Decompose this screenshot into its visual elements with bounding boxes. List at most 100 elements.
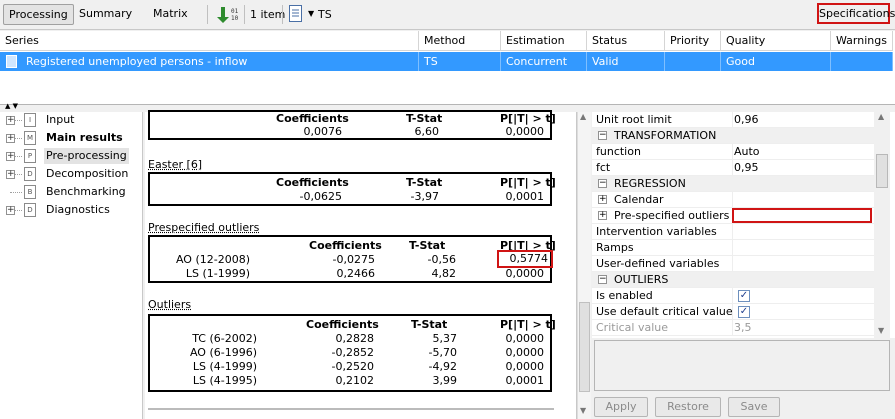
tree-item-label: Diagnostics <box>46 203 110 216</box>
column-header-quality[interactable]: Quality <box>721 31 831 51</box>
column-header-status[interactable]: Status <box>587 31 665 51</box>
apply-button[interactable]: Apply <box>594 397 648 417</box>
tree-item-label: Input <box>46 113 75 126</box>
method-cell[interactable]: TS <box>419 52 501 71</box>
coefficients-table: Coefficients T-Stat P[|T| > t] 0,0076 6,… <box>148 110 556 140</box>
document-icon[interactable] <box>289 5 302 22</box>
prespecified-outliers-value[interactable] <box>732 208 872 223</box>
method-menu[interactable]: TS <box>318 8 332 21</box>
tstat-value: 6,60 <box>414 125 440 138</box>
highlighted-pvalue: 0,5774 <box>497 250 553 268</box>
scroll-thumb[interactable] <box>579 302 590 392</box>
tree-item-decomposition[interactable]: + D Decomposition <box>6 166 141 184</box>
series-cell[interactable]: Registered unemployed persons - inflow <box>0 52 419 71</box>
properties-scrollbar[interactable]: ▲ ▼ <box>874 112 890 338</box>
property-label: Is enabled <box>596 289 653 302</box>
property-function[interactable]: function Auto <box>592 144 874 160</box>
estimation-cell[interactable]: Concurrent <box>501 52 587 71</box>
scroll-down-icon[interactable]: ▼ <box>878 326 884 335</box>
property-label: User-defined variables <box>596 257 720 270</box>
category-transformation[interactable]: − TRANSFORMATION <box>592 128 874 144</box>
header-pvalue: P[|T| > t] <box>500 112 556 125</box>
expand-icon[interactable]: + <box>6 134 15 143</box>
sort-download-icon[interactable]: 01 10 <box>216 6 240 24</box>
coef-value: 0,2466 <box>336 267 376 280</box>
property-unit-root-limit[interactable]: Unit root limit 0,96 <box>592 112 874 128</box>
header-coefficients: Coefficients <box>306 318 379 331</box>
property-ramps[interactable]: Ramps <box>592 240 874 256</box>
header-tstat: T-Stat <box>406 112 443 125</box>
tree-item-diagnostics[interactable]: + D Diagnostics <box>6 202 141 220</box>
quality-cell[interactable]: Good <box>721 52 831 71</box>
header-tstat: T-Stat <box>411 318 448 331</box>
tree-item-input[interactable]: + I Input <box>6 112 141 130</box>
pvalue: 0,0000 <box>505 346 545 359</box>
scroll-thumb[interactable] <box>876 154 888 188</box>
outlier-name: LS (4-1995) <box>192 374 257 387</box>
warnings-cell[interactable] <box>831 52 893 71</box>
tree-item-benchmarking[interactable]: B Benchmarking <box>6 184 141 202</box>
property-user-defined-variables[interactable]: User-defined variables <box>592 256 874 272</box>
tree-item-pre-processing[interactable]: + P Pre-processing <box>6 148 141 166</box>
scroll-up-icon[interactable]: ▲ <box>878 112 884 121</box>
expand-icon[interactable]: + <box>6 152 15 161</box>
property-intervention-variables[interactable]: Intervention variables <box>592 224 874 240</box>
column-header-method[interactable]: Method <box>419 31 501 51</box>
document-icon <box>6 55 17 68</box>
coef-value: -0,2520 <box>331 360 374 373</box>
property-value[interactable]: 0,95 <box>734 160 759 176</box>
property-use-default-critical-value[interactable]: Use default critical value ✓ <box>592 304 874 320</box>
property-value[interactable]: 3,5 <box>734 320 752 336</box>
priority-cell[interactable] <box>665 52 721 71</box>
collapse-icon[interactable]: − <box>598 179 607 188</box>
column-header-warnings[interactable]: Warnings <box>831 31 893 51</box>
expand-icon[interactable]: + <box>6 116 15 125</box>
coef-value: 0,2102 <box>335 374 375 387</box>
property-label: fct <box>596 161 611 174</box>
use-default-critical-value-checkbox[interactable]: ✓ <box>738 306 750 318</box>
expand-icon[interactable]: + <box>6 206 15 215</box>
category-outliers[interactable]: − OUTLIERS <box>592 272 874 288</box>
is-enabled-checkbox[interactable]: ✓ <box>738 290 750 302</box>
column-header-priority[interactable]: Priority <box>665 31 721 51</box>
toolbar-separator <box>244 5 245 24</box>
results-panel: Coefficients T-Stat P[|T| > t] 0,0076 6,… <box>145 110 577 419</box>
category-regression[interactable]: − REGRESSION <box>592 176 874 192</box>
column-header-series[interactable]: Series <box>0 31 419 51</box>
results-scrollbar[interactable]: ▲ ▼ <box>577 112 591 419</box>
property-label: Pre-specified outliers <box>614 209 730 222</box>
tab-processing[interactable]: Processing <box>3 4 74 25</box>
collapse-icon[interactable]: − <box>598 275 607 284</box>
expand-icon[interactable]: + <box>6 170 15 179</box>
tstat-value: 4,82 <box>431 267 457 280</box>
collapse-arrows-icon[interactable]: ▲ ▼ <box>5 103 18 110</box>
tstat-value: -5,70 <box>428 346 457 359</box>
restore-button[interactable]: Restore <box>655 397 721 417</box>
dropdown-arrow-icon[interactable]: ▼ <box>308 9 314 18</box>
scroll-down-icon[interactable]: ▼ <box>580 406 586 415</box>
tab-matrix[interactable]: Matrix <box>148 4 193 25</box>
property-critical-value[interactable]: Critical value 3,5 <box>592 320 874 336</box>
main-results-icon: M <box>24 131 36 145</box>
property-is-enabled[interactable]: Is enabled ✓ <box>592 288 874 304</box>
collapse-icon[interactable]: − <box>598 131 607 140</box>
column-header-estimation[interactable]: Estimation <box>501 31 587 51</box>
save-button[interactable]: Save <box>728 397 780 417</box>
property-calendar[interactable]: + Calendar <box>592 192 874 208</box>
property-fct[interactable]: fct 0,95 <box>592 160 874 176</box>
tree-item-main-results[interactable]: + M Main results <box>6 130 141 148</box>
scroll-up-icon[interactable]: ▲ <box>580 112 586 121</box>
svg-text:10: 10 <box>231 15 239 22</box>
property-value[interactable]: Auto <box>734 144 760 160</box>
tab-summary[interactable]: Summary <box>74 4 137 25</box>
property-prespecified-outliers[interactable]: + Pre-specified outliers <box>592 208 874 224</box>
expand-icon[interactable]: + <box>598 195 607 204</box>
specifications-button[interactable]: Specifications <box>817 3 895 24</box>
expand-icon[interactable]: + <box>598 211 607 220</box>
outlier-name: TC (6-2002) <box>192 332 257 345</box>
table-row[interactable]: Registered unemployed persons - inflow T… <box>0 52 893 71</box>
input-icon: I <box>24 113 36 127</box>
status-cell[interactable]: Valid <box>587 52 665 71</box>
property-value[interactable]: 0,96 <box>734 112 759 128</box>
decomposition-icon: D <box>24 167 36 181</box>
